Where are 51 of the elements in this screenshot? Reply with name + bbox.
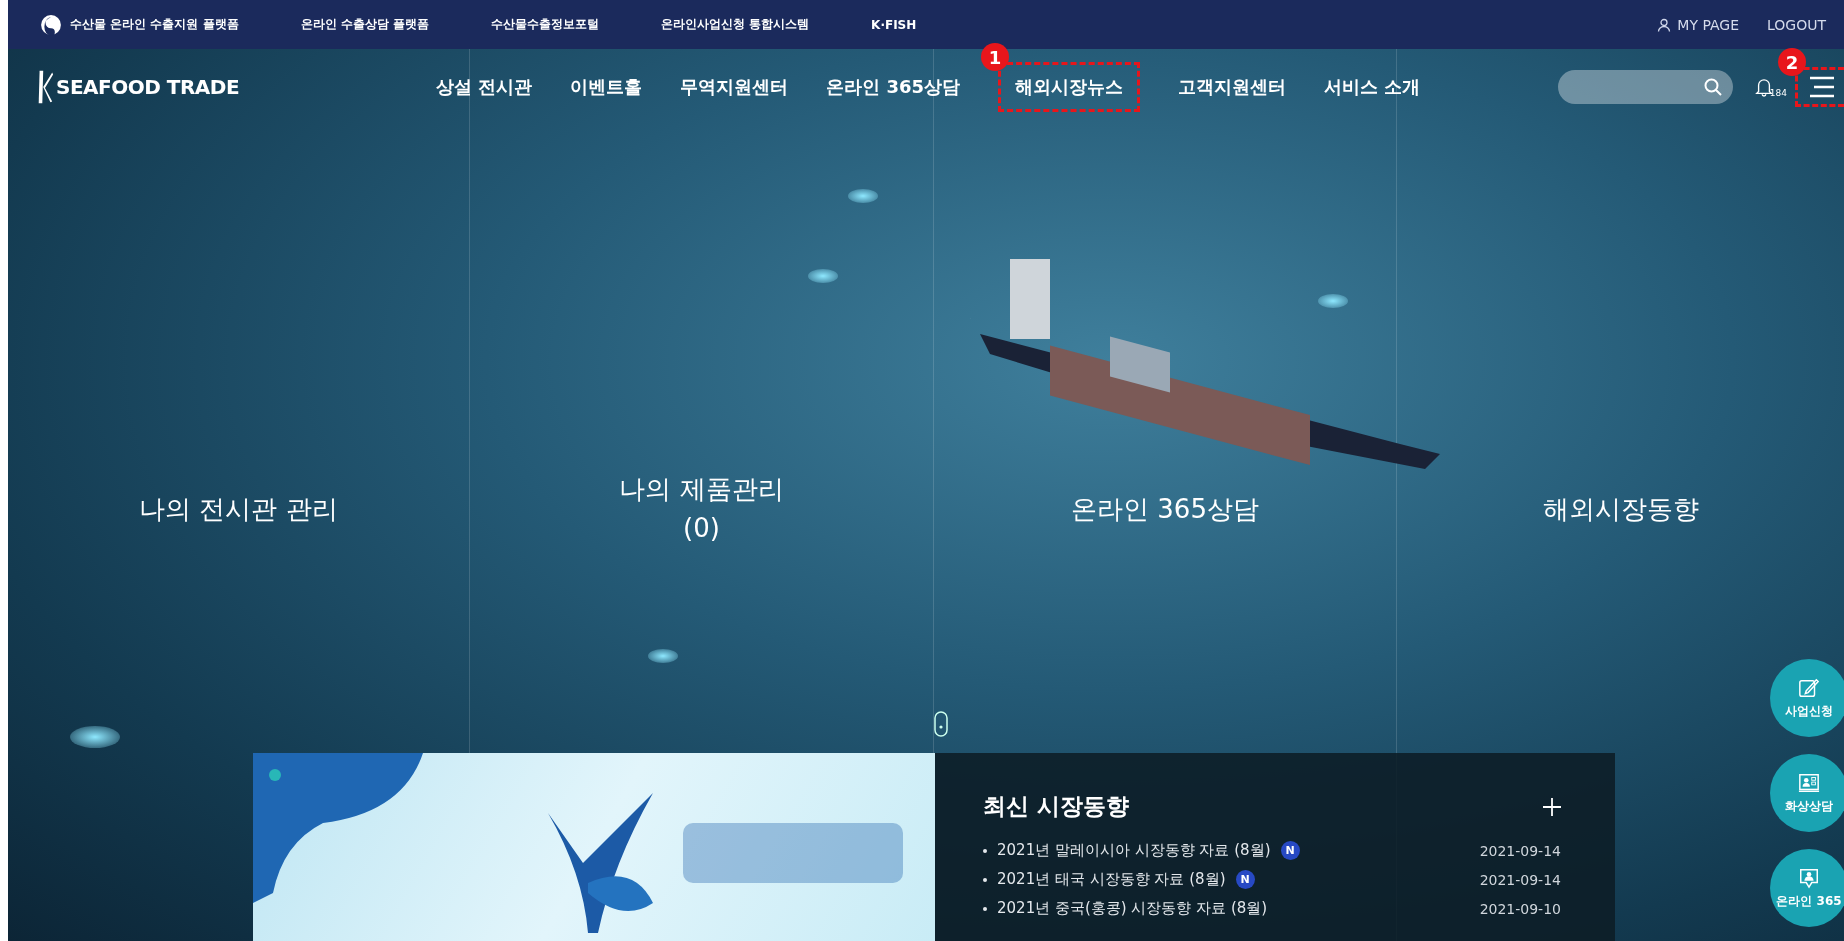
new-badge: N: [1235, 870, 1255, 889]
k-fish-logo-icon: [36, 68, 54, 106]
annotation-number: 1: [981, 43, 1010, 71]
light-glow: [848, 189, 878, 203]
banner-image[interactable]: [253, 753, 935, 941]
top-link[interactable]: 수산물 온라인 수출지원 플랫폼: [70, 16, 239, 33]
news-title: 최신 시장동향: [983, 792, 1129, 821]
top-link[interactable]: 온라인 수출상담 플랫폼: [300, 16, 429, 33]
scroll-mouse-icon[interactable]: [934, 711, 948, 737]
nav-link[interactable]: 고객지원센터: [1178, 75, 1287, 99]
top-link[interactable]: 온라인사업신청 통합시스템: [660, 16, 810, 33]
light-glow: [70, 726, 120, 748]
nav-link[interactable]: 무역지원센터: [680, 75, 789, 99]
news-link[interactable]: 2021년 말레이시아 시장동향 자료 (8월): [997, 841, 1271, 860]
top-link[interactable]: 수산물수출정보포털: [490, 16, 599, 33]
plus-icon[interactable]: [1543, 797, 1561, 816]
hero-menu-link[interactable]: 온라인 365상담: [1071, 489, 1259, 529]
news-link[interactable]: 2021년 태국 시장동향 자료 (8월): [997, 870, 1226, 889]
user-link[interactable]: LOGOUT: [1767, 16, 1826, 33]
top-link[interactable]: K·FISH: [871, 17, 917, 32]
search-icon[interactable]: [1702, 77, 1723, 97]
menu-icon[interactable]: [1810, 76, 1834, 98]
bullet-icon: [983, 848, 987, 853]
site-logo[interactable]: SEAFOOD TRADE: [36, 68, 436, 106]
chat-person-icon: [1798, 866, 1820, 889]
profile-card-icon: [1798, 771, 1820, 794]
search-field[interactable]: [1557, 70, 1733, 104]
nav-link[interactable]: 서비스 소개: [1324, 75, 1421, 99]
nav-link[interactable]: 온라인 365상담: [826, 75, 961, 99]
new-badge: N: [1280, 841, 1300, 860]
pencil-note-icon: [1798, 676, 1820, 699]
news-date: 2021-09-14: [1479, 842, 1561, 859]
nav-link[interactable]: 이벤트홀: [570, 75, 643, 99]
bullet-icon: [983, 906, 987, 911]
light-glow: [648, 649, 678, 663]
light-glow: [1318, 294, 1348, 308]
swirl-logo-icon: [40, 13, 62, 36]
hero-menu-link[interactable]: 해외시장동향: [1542, 489, 1699, 529]
bullet-icon: [983, 877, 987, 882]
annotation-number: 2: [1778, 48, 1806, 76]
notification-count: 184: [1769, 88, 1787, 98]
user-icon: [1657, 17, 1672, 32]
hero-menu-link[interactable]: 나의 제품관리 (0): [619, 470, 784, 548]
news-date: 2021-09-10: [1479, 900, 1561, 917]
hero-menu-link[interactable]: 나의 전시관 관리: [139, 489, 338, 529]
nav-link[interactable]: 상설 전시관: [436, 75, 533, 99]
user-link[interactable]: MY PAGE: [1677, 16, 1739, 33]
news-date: 2021-09-14: [1479, 871, 1561, 888]
news-link[interactable]: 2021년 중국(홍콩) 시장동향 자료 (8월): [997, 899, 1268, 918]
nav-link[interactable]: 해외시장뉴스: [1015, 76, 1124, 97]
light-glow: [808, 269, 838, 283]
